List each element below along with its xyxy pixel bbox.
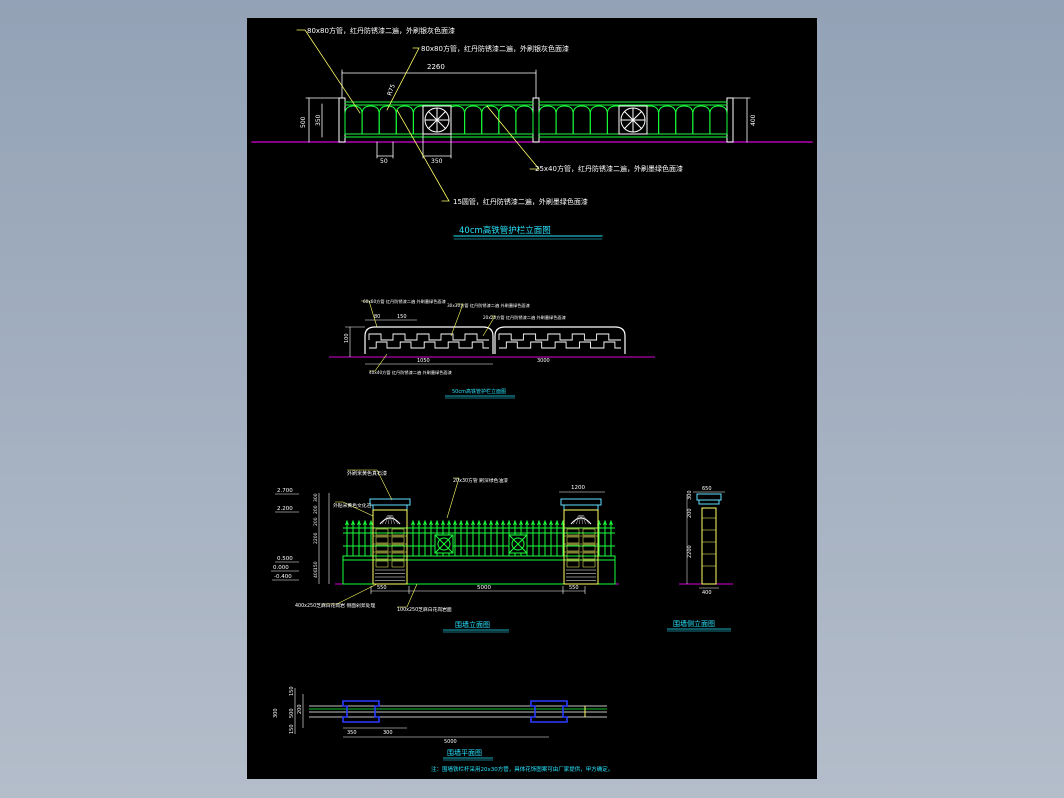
dim-right: 400 (750, 114, 757, 126)
svg-text:5000: 5000 (444, 739, 457, 745)
svg-text:200: 200 (687, 508, 693, 518)
svg-text:3000: 3000 (537, 358, 550, 364)
svg-text:外贴米黄色文化石: 外贴米黄色文化石 (333, 502, 372, 509)
title-rail-50cm: 50cm高铁管护栏立面图 (452, 388, 506, 395)
svg-text:20x20方管 红丹防锈漆二遍 外刷墨绿色面漆: 20x20方管 红丹防锈漆二遍 外刷墨绿色面漆 (483, 314, 566, 321)
svg-text:100: 100 (344, 333, 350, 343)
svg-text:200: 200 (297, 704, 303, 714)
pier-left (369, 498, 411, 585)
svg-text:500: 500 (289, 708, 295, 718)
svg-text:150: 150 (397, 314, 407, 320)
plan-note: 注：围墙铁栏杆采用20x30方管，具体花饰图案可由厂家提供，甲方确定。 (431, 765, 613, 773)
note-top1: 80x80方管，红丹防锈漆二遍，外刷银灰色面漆 (307, 26, 455, 35)
svg-text:550: 550 (569, 585, 579, 591)
svg-text:100x250芝麻白花岗岩面: 100x250芝麻白花岗岩面 (397, 606, 452, 613)
dim-span: 2260 (427, 63, 445, 71)
post-left (338, 97, 346, 143)
svg-text:400: 400 (313, 569, 319, 578)
dim-circle: 350 (431, 158, 443, 165)
note-top2: 80x80方管，红丹防锈漆二遍，外刷银灰色面漆 (421, 44, 569, 53)
title-rail-40cm: 40cm高铁管护栏立面图 (459, 225, 551, 236)
wall-elevation: 5000 550 550 1200 300 200 200 2200 150400 2.… (271, 469, 619, 633)
rosette-right (618, 105, 648, 135)
svg-text:300: 300 (273, 708, 279, 718)
plan-pier-right (530, 700, 568, 723)
svg-text:200: 200 (313, 517, 319, 526)
drawing-sheet: 2260 500 350 400 R75 50 350 80x80方管，红丹防锈… (247, 18, 817, 779)
rosette-left (422, 105, 452, 135)
post-middle (532, 97, 540, 143)
svg-text:-0.400: -0.400 (274, 574, 292, 580)
svg-text:60x60方管 红丹防锈漆二遍 外刷墨绿色面漆: 60x60方管 红丹防锈漆二遍 外刷墨绿色面漆 (363, 298, 446, 305)
svg-text:650: 650 (702, 486, 712, 492)
svg-text:400: 400 (702, 590, 712, 596)
svg-text:150: 150 (313, 561, 319, 570)
note-rail: 25x40方管，红丹防锈漆二遍，外刷墨绿色面漆 (535, 164, 683, 173)
dim-height-inner: 350 (315, 114, 322, 126)
svg-text:外刷米黄色真石漆: 外刷米黄色真石漆 (347, 470, 387, 477)
pier-right (560, 498, 602, 585)
svg-text:2200: 2200 (687, 545, 693, 558)
svg-text:0.500: 0.500 (277, 556, 293, 562)
svg-text:2.200: 2.200 (277, 506, 293, 512)
rail-elevation-40cm: 2260 500 350 400 R75 50 350 80x80方管，红丹防锈… (251, 26, 813, 240)
svg-text:550: 550 (377, 585, 387, 591)
svg-text:1200: 1200 (571, 485, 585, 491)
svg-text:80: 80 (374, 314, 380, 320)
svg-text:400x250芝麻白花岗岩 侧面剁斧处理: 400x250芝麻白花岗岩 侧面剁斧处理 (295, 602, 375, 609)
plan-pier-left (342, 700, 380, 723)
dim-post: 50 (380, 158, 388, 165)
title-wall-plan: 围墙平面图 (447, 748, 482, 757)
svg-text:2.700: 2.700 (277, 488, 293, 494)
wall-plan: 350 300 5000 150 500 200 150 300 围墙平面图 注… (273, 686, 613, 773)
svg-text:150: 150 (289, 686, 295, 696)
svg-text:5000: 5000 (477, 585, 491, 591)
title-wall-elevation: 围墙立面图 (455, 620, 490, 629)
post-right (726, 97, 734, 143)
svg-text:350: 350 (347, 730, 357, 736)
svg-text:30x30方管 红丹防锈漆二遍 外刷墨绿色面漆: 30x30方管 红丹防锈漆二遍 外刷墨绿色面漆 (447, 302, 530, 309)
svg-text:300: 300 (313, 493, 319, 502)
svg-text:300: 300 (687, 490, 693, 500)
dim-height-outer: 500 (300, 116, 307, 128)
svg-text:200: 200 (313, 505, 319, 514)
svg-text:0.000: 0.000 (273, 565, 289, 571)
svg-text:2200: 2200 (313, 532, 319, 544)
wall-side-elevation: 650 400 300 200 2200 围墙侧立面图 (667, 486, 733, 632)
svg-text:300: 300 (383, 730, 393, 736)
svg-text:1050: 1050 (417, 358, 430, 364)
svg-text:40x40方管 红丹防锈漆二遍 外刷墨绿色面漆: 40x40方管 红丹防锈漆二遍 外刷墨绿色面漆 (369, 369, 452, 376)
note-round: 15圆管，红丹防锈漆二遍，外刷墨绿色面漆 (453, 197, 588, 206)
cad-drawing: 2260 500 350 400 R75 50 350 80x80方管，红丹防锈… (251, 26, 813, 773)
title-side-elevation: 围墙侧立面图 (673, 619, 715, 628)
svg-text:20x30方管 刷深绿色油漆: 20x30方管 刷深绿色油漆 (453, 477, 508, 484)
rail-elevation-50cm: 100 1050 80 150 3000 60x60方管 红丹防锈漆二遍 外刷墨… (329, 298, 655, 399)
svg-text:150: 150 (289, 724, 295, 734)
